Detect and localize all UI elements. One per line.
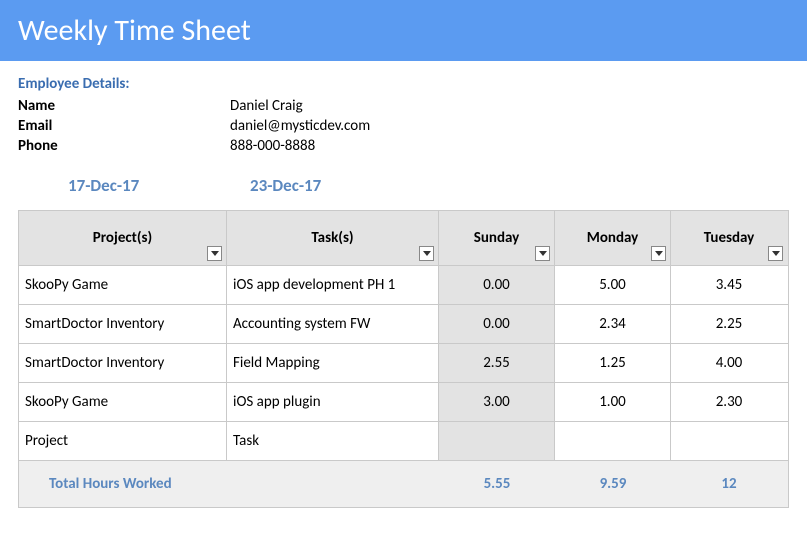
cell-project[interactable]: SmartDoctor Inventory xyxy=(19,344,227,382)
cell-sunday[interactable]: 3.00 xyxy=(439,383,555,421)
detail-label: Name xyxy=(18,97,230,115)
cell-project[interactable]: SmartDoctor Inventory xyxy=(19,305,227,343)
header-project[interactable]: Project(s) xyxy=(19,211,227,265)
total-label: Total Hours Worked xyxy=(19,461,227,507)
detail-value: Daniel Craig xyxy=(230,97,303,115)
cell-task[interactable]: Accounting system FW xyxy=(227,305,439,343)
cell-monday[interactable] xyxy=(555,422,671,460)
detail-row-phone: Phone 888-000-8888 xyxy=(18,137,789,155)
cell-monday[interactable]: 1.00 xyxy=(555,383,671,421)
page-header: Weekly Time Sheet xyxy=(0,0,807,61)
detail-value: 888-000-8888 xyxy=(230,137,315,155)
cell-sunday[interactable]: 0.00 xyxy=(439,266,555,304)
cell-tuesday[interactable]: 4.00 xyxy=(671,344,787,382)
filter-dropdown-icon[interactable] xyxy=(535,246,550,261)
cell-sunday[interactable]: 2.55 xyxy=(439,344,555,382)
filter-dropdown-icon[interactable] xyxy=(207,246,222,261)
cell-task[interactable]: iOS app plugin xyxy=(227,383,439,421)
employee-details-heading: Employee Details: xyxy=(18,75,789,93)
cell-tuesday[interactable] xyxy=(671,422,787,460)
cell-task[interactable]: Task xyxy=(227,422,439,460)
cell-tuesday[interactable]: 3.45 xyxy=(671,266,787,304)
header-tuesday-label: Tuesday xyxy=(704,229,755,247)
detail-row-email: Email daniel@mysticdev.com xyxy=(18,117,789,135)
employee-details: Employee Details: Name Daniel Craig Emai… xyxy=(0,61,807,165)
cell-task[interactable]: iOS app development PH 1 xyxy=(227,266,439,304)
cell-tuesday[interactable]: 2.30 xyxy=(671,383,787,421)
header-task[interactable]: Task(s) xyxy=(227,211,439,265)
header-sunday-label: Sunday xyxy=(474,229,519,247)
timesheet-table: Project(s) Task(s) Sunday Monday Tuesday… xyxy=(18,210,789,508)
total-monday: 9.59 xyxy=(555,461,671,507)
header-tuesday[interactable]: Tuesday xyxy=(671,211,787,265)
table-row: SmartDoctor Inventory Field Mapping 2.55… xyxy=(19,343,788,382)
table-row: SkooPy Game iOS app development PH 1 0.0… xyxy=(19,265,788,304)
filter-dropdown-icon[interactable] xyxy=(768,246,783,261)
total-sunday: 5.55 xyxy=(439,461,555,507)
header-monday-label: Monday xyxy=(587,229,639,247)
header-monday[interactable]: Monday xyxy=(555,211,671,265)
cell-monday[interactable]: 1.25 xyxy=(555,344,671,382)
detail-row-name: Name Daniel Craig xyxy=(18,97,789,115)
detail-label: Phone xyxy=(18,137,230,155)
cell-task[interactable]: Field Mapping xyxy=(227,344,439,382)
total-tuesday: 12 xyxy=(671,461,787,507)
detail-label: Email xyxy=(18,117,230,135)
table-row: SkooPy Game iOS app plugin 3.00 1.00 2.3… xyxy=(19,382,788,421)
table-header-row: Project(s) Task(s) Sunday Monday Tuesday xyxy=(19,211,788,265)
cell-monday[interactable]: 2.34 xyxy=(555,305,671,343)
cell-project[interactable]: SkooPy Game xyxy=(19,266,227,304)
total-blank xyxy=(227,461,439,507)
table-row: Project Task xyxy=(19,421,788,460)
total-row: Total Hours Worked 5.55 9.59 12 xyxy=(19,460,788,507)
filter-dropdown-icon[interactable] xyxy=(419,246,434,261)
end-date: 23-Dec-17 xyxy=(250,175,321,196)
page-title: Weekly Time Sheet xyxy=(18,12,251,49)
header-task-label: Task(s) xyxy=(311,229,353,247)
start-date: 17-Dec-17 xyxy=(18,175,250,196)
cell-project[interactable]: SkooPy Game xyxy=(19,383,227,421)
cell-project[interactable]: Project xyxy=(19,422,227,460)
detail-value: daniel@mysticdev.com xyxy=(230,117,370,135)
filter-dropdown-icon[interactable] xyxy=(651,246,666,261)
date-range: 17-Dec-17 23-Dec-17 xyxy=(0,165,807,210)
table-row: SmartDoctor Inventory Accounting system … xyxy=(19,304,788,343)
cell-sunday[interactable]: 0.00 xyxy=(439,305,555,343)
cell-monday[interactable]: 5.00 xyxy=(555,266,671,304)
cell-sunday[interactable] xyxy=(439,422,555,460)
header-project-label: Project(s) xyxy=(93,229,152,247)
header-sunday[interactable]: Sunday xyxy=(439,211,555,265)
cell-tuesday[interactable]: 2.25 xyxy=(671,305,787,343)
